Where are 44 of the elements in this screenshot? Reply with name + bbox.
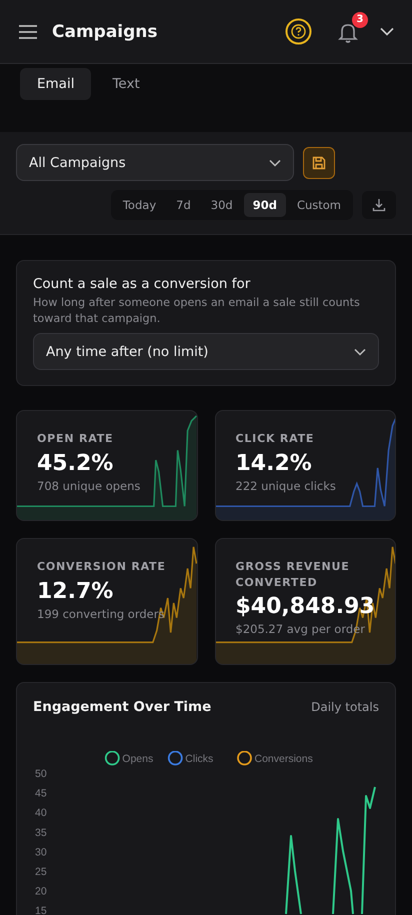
legend-item[interactable]: Opens — [104, 751, 154, 766]
axis-label: 25 — [35, 866, 47, 878]
range-option[interactable]: Today — [114, 193, 166, 217]
metric-detail: 222 unique clicks — [236, 478, 336, 493]
chevron-down-icon — [354, 348, 366, 356]
help-icon[interactable] — [285, 18, 312, 45]
save-button[interactable] — [303, 146, 335, 178]
metric-value: 12.7% — [37, 578, 114, 604]
range-option[interactable]: Custom — [288, 193, 350, 217]
campaign-select[interactable]: All Campaigns — [16, 144, 294, 181]
metric-value: 45.2% — [37, 450, 114, 476]
axis-label: 20 — [35, 886, 47, 898]
axis-label: 40 — [35, 808, 47, 820]
metric-label: OPEN RATE — [37, 431, 114, 447]
chart-subtitle: Daily totals — [311, 700, 379, 714]
notification-badge: 3 — [352, 12, 368, 28]
save-icon — [312, 156, 326, 170]
channel-tab[interactable]: Text — [95, 68, 157, 100]
axis-label: 50 — [35, 768, 47, 780]
range-option[interactable]: 90d — [244, 193, 286, 217]
range-option[interactable]: 7d — [167, 193, 200, 217]
chevron-down-icon[interactable] — [380, 27, 394, 36]
channel-tab[interactable]: Email — [20, 68, 92, 100]
download-icon — [372, 198, 386, 212]
card-title: Count a sale as a conversion for — [33, 276, 252, 292]
metric-label: GROSS REVENUE CONVERTED — [236, 559, 351, 590]
conversion-window-select[interactable]: Any time after (no limit) — [33, 333, 379, 370]
menu-icon[interactable] — [18, 24, 38, 40]
axis-label: 35 — [35, 827, 47, 840]
metric-label: CLICK RATE — [236, 431, 314, 447]
chart-title: Engagement Over Time — [33, 699, 212, 716]
download-button[interactable] — [362, 191, 396, 219]
range-option[interactable]: 30d — [202, 193, 242, 217]
axis-label: 30 — [35, 846, 47, 859]
card-description: How long after someone opens an email a sale still counts toward that campaign. — [33, 295, 361, 326]
chevron-down-icon — [269, 158, 281, 166]
page-title: Campaigns — [52, 22, 159, 42]
axis-label: 45 — [35, 788, 47, 800]
metric-label: CONVERSION RATE — [37, 559, 166, 575]
legend-item[interactable]: Conversions — [237, 751, 313, 766]
metric-detail: 708 unique opens — [37, 478, 140, 493]
legend-item[interactable]: Clicks — [168, 751, 214, 766]
metric-value: 14.2% — [236, 450, 312, 476]
axis-label: 15 — [35, 906, 47, 915]
